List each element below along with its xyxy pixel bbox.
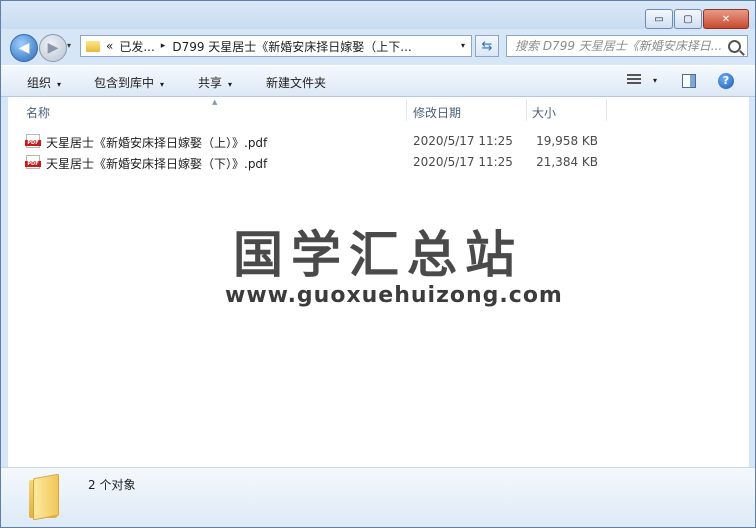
refresh-button[interactable]: ⇆ [475, 35, 499, 57]
file-row[interactable]: 天星居士《新婚安床择日嫁娶（下）》.pdf 2020/5/17 11:25 21… [25, 152, 615, 172]
file-name: 天星居士《新婚安床择日嫁娶（上）》.pdf [46, 136, 268, 150]
column-header-modified[interactable]: 修改日期 [413, 104, 461, 121]
file-list: ▲ 名称 修改日期 大小 天星居士《新婚安床择日嫁娶（上）》.pdf 2020/… [8, 97, 749, 467]
watermark-url: www.guoxuehuizong.com [225, 283, 563, 308]
details-pane: 2 个对象 [1, 467, 755, 527]
back-button[interactable]: ◀ [10, 34, 38, 62]
breadcrumb-parent[interactable]: 已发... [119, 38, 154, 55]
help-icon[interactable]: ? [718, 73, 734, 89]
new-folder-button[interactable]: 新建文件夹 [266, 74, 326, 91]
address-bar[interactable]: « 已发... ▸ D799 天星居士《新婚安床择日嫁娶（上下... ▾ [80, 35, 472, 57]
include-in-library-button[interactable]: 包含到库中 ▾ [94, 74, 164, 91]
watermark-title: 国学汇总站 [233, 226, 523, 284]
file-size: 19,958 KB [536, 134, 598, 148]
close-button[interactable]: ✕ [703, 9, 749, 29]
title-bar: ▭ ▢ ✕ [1, 1, 755, 29]
folder-icon [86, 40, 100, 52]
pdf-file-icon [25, 155, 41, 169]
column-header-name[interactable]: 名称 [26, 104, 50, 121]
search-input[interactable]: 搜索 D799 天星居士《新婚安床择日... [506, 35, 748, 57]
file-size: 21,384 KB [536, 155, 598, 169]
search-placeholder: 搜索 D799 天星居士《新婚安床择日... [515, 39, 723, 53]
file-row[interactable]: 天星居士《新婚安床择日嫁娶（上）》.pdf 2020/5/17 11:25 19… [25, 131, 615, 151]
column-header-size[interactable]: 大小 [532, 104, 556, 121]
pdf-file-icon [25, 134, 41, 148]
chevron-down-icon: ▾ [228, 80, 233, 89]
share-label: 共享 [198, 76, 223, 90]
column-divider[interactable] [406, 99, 407, 121]
recent-pages-dropdown[interactable]: ▾ [67, 41, 71, 50]
search-icon[interactable] [728, 40, 741, 53]
refresh-icon: ⇆ [481, 38, 493, 54]
column-headers: ▲ 名称 修改日期 大小 [8, 97, 749, 123]
minimize-button[interactable]: ▭ [645, 9, 673, 29]
item-count: 2 个对象 [88, 478, 136, 492]
chevron-down-icon: ▾ [160, 80, 165, 89]
breadcrumb-current[interactable]: D799 天星居士《新婚安床择日嫁娶（上下... [172, 38, 411, 55]
column-divider[interactable] [526, 99, 527, 121]
view-dropdown-icon[interactable]: ▾ [653, 76, 657, 85]
window-controls: ▭ ▢ ✕ [644, 9, 749, 29]
chevron-down-icon: ▾ [57, 80, 62, 89]
address-dropdown-icon[interactable]: ▾ [461, 41, 465, 50]
column-divider[interactable] [606, 99, 607, 121]
folder-icon [29, 473, 61, 521]
command-bar: 组织 ▾ 包含到库中 ▾ 共享 ▾ 新建文件夹 ▾ ? [1, 65, 755, 97]
breadcrumb-separator-icon[interactable]: ▸ [161, 41, 166, 51]
organize-button[interactable]: 组织 ▾ [27, 74, 61, 91]
organize-label: 组织 [27, 76, 52, 90]
file-name: 天星居士《新婚安床择日嫁娶（下）》.pdf [46, 157, 268, 171]
view-options-icon[interactable] [627, 74, 641, 88]
breadcrumb-overflow[interactable]: « [106, 39, 113, 53]
share-button[interactable]: 共享 ▾ [198, 74, 232, 91]
include-library-label: 包含到库中 [94, 76, 155, 90]
sort-ascending-icon: ▲ [212, 98, 218, 106]
explorer-window: ▭ ▢ ✕ ◀ ▶ ▾ « 已发... ▸ D799 天星居士《新婚安床择日嫁娶… [0, 0, 756, 528]
maximize-button[interactable]: ▢ [674, 9, 702, 29]
navigation-bar: ◀ ▶ ▾ « 已发... ▸ D799 天星居士《新婚安床择日嫁娶（上下...… [1, 31, 755, 63]
preview-pane-icon[interactable] [682, 74, 696, 88]
forward-button[interactable]: ▶ [39, 34, 67, 62]
